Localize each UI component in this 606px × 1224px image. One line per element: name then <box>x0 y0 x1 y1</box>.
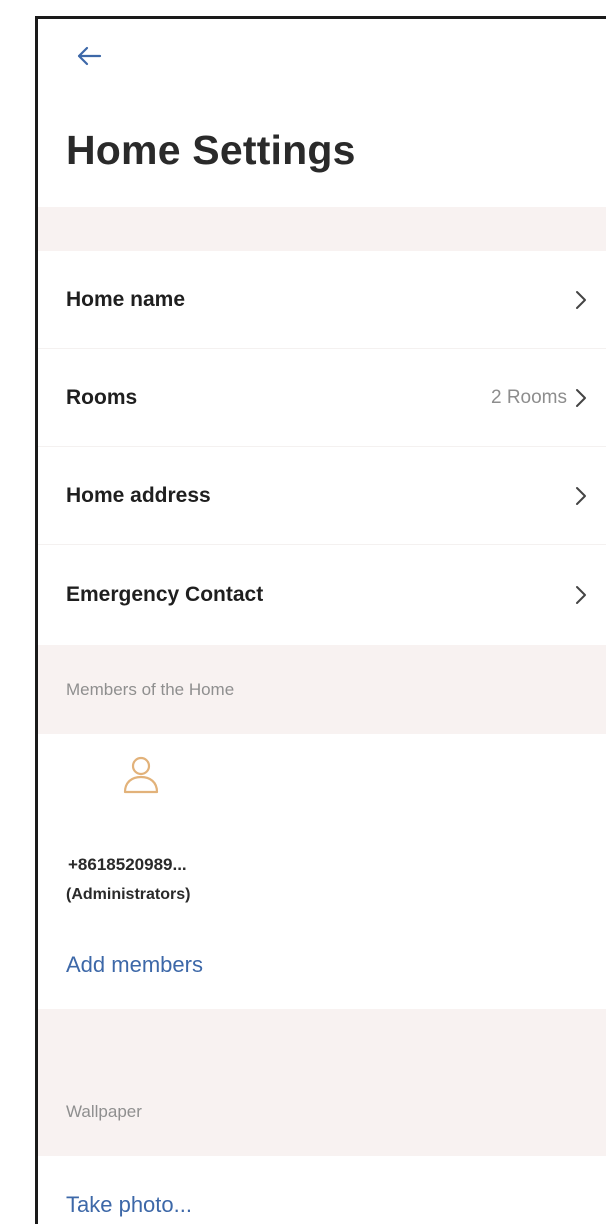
add-members-button[interactable]: Add members <box>66 952 203 978</box>
rooms-count: 2 Rooms <box>490 386 567 408</box>
chevron-right-icon <box>575 486 587 506</box>
take-photo-button[interactable]: Take photo... <box>38 1156 606 1224</box>
page-title: Home Settings <box>66 127 356 173</box>
home-name-row[interactable]: Home name <box>38 251 606 349</box>
row-label: Home name <box>66 287 186 311</box>
section-title: Members of the Home <box>66 679 235 699</box>
section-divider <box>38 207 606 251</box>
members-section-header: Members of the Home <box>38 645 606 734</box>
member-phone: +8618520989... <box>68 855 187 874</box>
phone-screen: Home Settings Home name Rooms 2 Rooms Ho… <box>35 16 606 1224</box>
row-label: Home address <box>66 483 211 507</box>
row-label: Emergency Contact <box>66 583 264 606</box>
emergency-contact-row[interactable]: Emergency Contact <box>38 545 606 645</box>
members-section: +8618520989... (Administrators) Add memb… <box>38 734 606 1009</box>
section-title: Wallpaper <box>66 1101 142 1121</box>
home-address-row[interactable]: Home address <box>38 447 606 545</box>
chevron-right-icon <box>575 388 587 408</box>
rooms-row[interactable]: Rooms 2 Rooms <box>38 349 606 447</box>
chevron-right-icon <box>575 585 587 605</box>
arrow-left-icon <box>77 46 102 66</box>
row-label: Rooms <box>66 385 138 409</box>
person-icon <box>119 752 163 796</box>
chevron-right-icon <box>575 290 587 310</box>
section-divider <box>38 1009 606 1067</box>
settings-list: Home name Rooms 2 Rooms Home address Eme… <box>38 251 606 645</box>
back-button[interactable] <box>72 41 106 71</box>
member-role: (Administrators) <box>66 886 191 903</box>
wallpaper-section-header: Wallpaper <box>38 1067 606 1156</box>
app-header: Home Settings <box>38 19 606 207</box>
